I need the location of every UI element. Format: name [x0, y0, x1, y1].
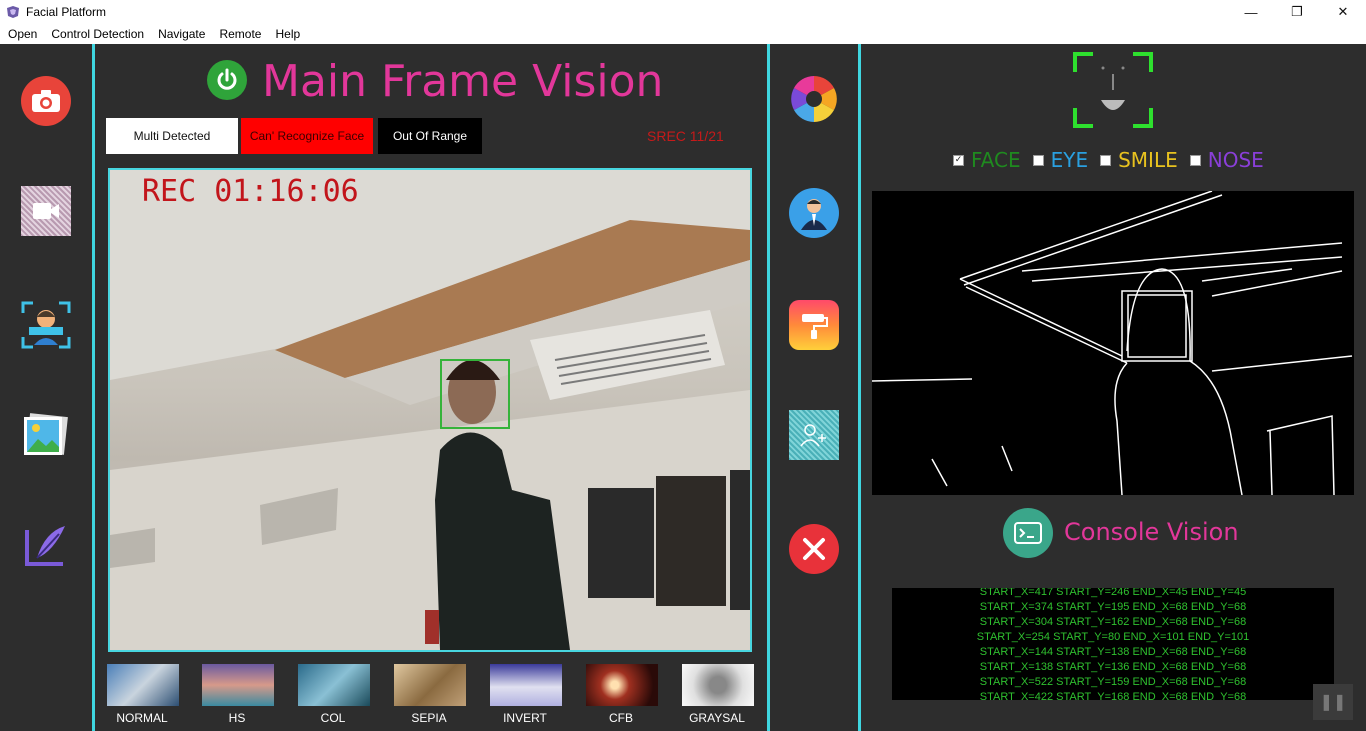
console-title: Console Vision	[1064, 518, 1239, 546]
eye-check-label: EYE	[1050, 148, 1089, 172]
power-button[interactable]	[207, 60, 247, 100]
console-line: START_X=422 START_Y=168 END_X=68 END_Y=6…	[979, 691, 1247, 700]
filter-normal-label: NORMAL	[116, 711, 168, 725]
paint-button[interactable]	[789, 300, 839, 350]
color-wheel-button[interactable]	[789, 74, 839, 124]
console-line: START_X=138 START_Y=136 END_X=68 END_Y=6…	[979, 661, 1247, 673]
menu-navigate[interactable]: Navigate	[158, 27, 205, 41]
srec-counter: SREC 11/21	[647, 128, 724, 144]
quill-icon	[25, 526, 65, 566]
filter-hs-thumb[interactable]	[202, 664, 274, 706]
status-cant-recognize: Can' Recognize Face	[241, 118, 373, 154]
app-icon	[7, 6, 19, 18]
close-window-button[interactable]: ✕	[1320, 0, 1366, 24]
console-line: START_X=522 START_Y=159 END_X=68 END_Y=6…	[979, 676, 1247, 688]
menu-remote[interactable]: Remote	[219, 27, 261, 41]
console-line: START_X=304 START_Y=162 END_X=68 END_Y=6…	[979, 616, 1247, 628]
close-icon	[803, 538, 825, 560]
console-button[interactable]	[1003, 508, 1053, 558]
status-out-of-range: Out Of Range	[378, 118, 482, 154]
menu-bar: Open Control Detection Navigate Remote H…	[0, 24, 1366, 44]
main-frame-panel: Main Frame Vision Multi Detected Can' Re…	[95, 44, 767, 731]
power-icon	[217, 68, 237, 90]
window-title: Facial Platform	[26, 5, 107, 19]
smile-check-label: SMILE	[1118, 148, 1178, 172]
filter-sepia-label: SEPIA	[411, 711, 447, 725]
paint-roller-icon	[802, 314, 828, 339]
menu-control-detection[interactable]: Control Detection	[51, 27, 144, 41]
nose-checkbox[interactable]	[1189, 154, 1201, 166]
nose-check-item[interactable]: NOSE	[1189, 148, 1264, 172]
smile-check-item[interactable]: SMILE	[1100, 148, 1178, 172]
filter-invert-label: INVERT	[503, 711, 547, 725]
eye-check-item[interactable]: EYE	[1032, 148, 1089, 172]
maximize-button[interactable]: ❐	[1274, 0, 1320, 24]
eye-checkbox[interactable]	[1032, 154, 1044, 166]
contacts-button[interactable]	[789, 410, 839, 460]
user-icon	[801, 199, 827, 230]
filter-sepia-thumb[interactable]	[394, 664, 466, 706]
detection-panel: ✓ FACE EYE SMILE NOSE Console Vision STA…	[861, 44, 1366, 731]
camera-icon	[32, 90, 60, 112]
nose-check-label: NOSE	[1207, 148, 1264, 172]
video-camera-icon	[33, 203, 59, 219]
console-line: START_X=374 START_Y=195 END_X=68 END_Y=6…	[979, 601, 1247, 613]
filter-col-label: COL	[320, 711, 346, 725]
face-scan-icon	[21, 301, 71, 349]
menu-open[interactable]: Open	[8, 27, 37, 41]
camera-scene	[110, 170, 750, 650]
edge-detection-view	[872, 191, 1354, 495]
filter-strip: NORMAL HS COL SEPIA INVERT CFB GRAYSAL	[95, 664, 767, 728]
console-line: START_X=144 START_Y=138 END_X=68 END_Y=6…	[979, 646, 1247, 658]
filter-normal-thumb[interactable]	[107, 664, 179, 706]
filter-grayscale-thumb[interactable]	[682, 664, 754, 706]
gallery-icon	[24, 413, 68, 455]
camera-button[interactable]	[21, 76, 71, 126]
face-check-label: FACE	[971, 148, 1021, 172]
edge-lines	[872, 191, 1353, 495]
filter-cfb-thumb[interactable]	[586, 664, 658, 706]
smile-checkbox[interactable]	[1100, 154, 1112, 166]
add-user-icon	[800, 424, 826, 447]
recording-timer: REC 01:16:06	[142, 174, 359, 209]
filter-hs-label: HS	[228, 711, 246, 725]
filter-grayscale-label: GRAYSAL	[689, 711, 745, 725]
exit-button[interactable]	[789, 524, 839, 574]
minimize-button[interactable]: —	[1228, 0, 1274, 24]
pause-icon[interactable]: ❚❚	[1313, 684, 1353, 720]
face-scan-button[interactable]	[21, 300, 71, 350]
face-detection-box	[440, 359, 510, 429]
left-toolbar	[0, 44, 92, 731]
face-check-item[interactable]: ✓ FACE	[953, 148, 1021, 172]
console-line: START_X=254 START_Y=80 END_X=101 END_Y=1…	[976, 631, 1250, 643]
filter-col-thumb[interactable]	[298, 664, 370, 706]
face-frame-icon	[1073, 52, 1153, 128]
console-output: START_X=417 START_Y=246 END_X=45 END_Y=4…	[892, 588, 1334, 700]
color-wheel-icon	[791, 76, 837, 122]
video-button[interactable]	[21, 186, 71, 236]
image-button[interactable]	[21, 410, 71, 460]
terminal-icon	[1014, 522, 1042, 544]
draw-button[interactable]	[21, 522, 71, 572]
filter-invert-thumb[interactable]	[490, 664, 562, 706]
page-title: Main Frame Vision	[262, 56, 664, 107]
middle-toolbar	[770, 44, 858, 731]
user-button[interactable]	[789, 188, 839, 238]
camera-feed: REC 01:16:06	[108, 168, 752, 652]
console-line: START_X=417 START_Y=246 END_X=45 END_Y=4…	[979, 588, 1247, 598]
detection-options: ✓ FACE EYE SMILE NOSE	[953, 148, 1276, 172]
face-checkbox[interactable]: ✓	[953, 154, 964, 166]
title-bar: Facial Platform — ❐ ✕	[0, 0, 1366, 24]
filter-cfb-label: CFB	[609, 711, 633, 725]
status-multi-detected: Multi Detected	[106, 118, 238, 154]
menu-help[interactable]: Help	[275, 27, 300, 41]
